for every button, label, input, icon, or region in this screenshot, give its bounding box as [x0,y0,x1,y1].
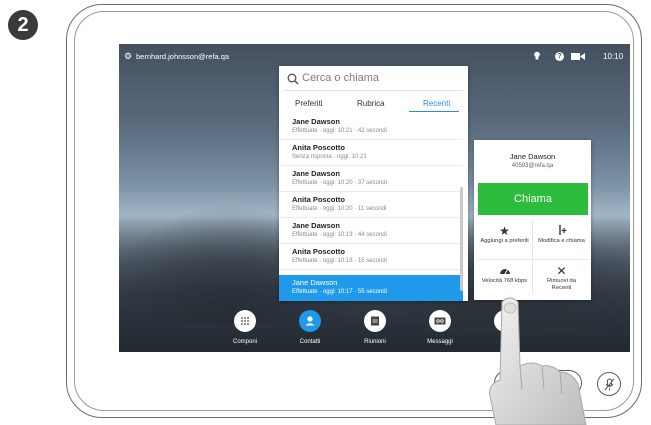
call-detail: Effettuate · oggi: 10:17 · 55 secondi [292,289,387,295]
search-icon [287,73,299,85]
dock-item-contatti[interactable]: Contatti [280,306,340,352]
contact-name: Anita Poscotto [292,247,345,256]
active-tab-indicator [409,111,459,112]
calendar-icon [364,310,386,332]
star-icon: ★ [499,224,510,238]
remove-x-icon: ✕ [556,264,567,278]
search-input[interactable]: Cerca o chiama [284,68,463,91]
contact-name: Jane Dawson [292,117,340,126]
contact-card: Jane Dawson 40593@refa.qa Chiama ★ Aggiu… [474,140,591,300]
edit-call-icon [534,224,589,238]
contact-name: Jane Dawson [292,221,340,230]
card-contact-name: Jane Dawson [509,152,556,161]
clock-time: 10:10 [603,52,624,61]
list-item[interactable]: Anita Poscotto Effettuate · oggi: 10:20 … [279,192,463,218]
dock-label: Componi [232,339,257,345]
search-placeholder: Cerca o chiama [302,72,380,84]
step-number-badge: 2 [8,10,38,40]
contacts-icon [299,310,321,332]
directory-tabs: Preferiti Rubrica Recenti [279,96,468,112]
action-label: Velocità 768 kbps [481,278,528,284]
contact-name: Jane Dawson [292,278,338,287]
list-item[interactable]: Anita Poscotto Effettuate · oggi: 10:18 … [279,244,463,270]
lightbulb-icon[interactable] [533,51,541,61]
call-detail: Effettuate · oggi: 10:21 · 42 secondi [292,128,387,134]
tab-rubrica[interactable]: Rubrica [357,99,385,108]
dock-item-componi[interactable]: Componi [215,306,275,352]
action-label: Modifica e chiama [538,238,585,244]
contact-name: Anita Poscotto [292,195,345,204]
card-divider-vertical [532,220,533,294]
dock-label: Contatti [299,339,321,345]
list-item[interactable]: Jane Dawson Effettuate · oggi: 10:21 · 4… [279,114,463,140]
dock-label: Riunioni [364,339,386,345]
dock-label: Messaggi [427,339,453,345]
contact-name: Anita Poscotto [292,143,345,152]
list-item[interactable]: Anita Poscotto Senza risposta · oggi: 10… [279,140,463,166]
list-item[interactable]: Jane Dawson Effettuate · oggi: 10:20 · 3… [279,166,463,192]
mic-muted-icon [604,378,615,391]
edit-and-call-button[interactable]: Modifica e chiama [534,224,589,262]
speedometer-icon [477,264,532,278]
contact-name: Jane Dawson [292,169,340,178]
list-item-selected[interactable]: Jane Dawson Effettuate · oggi: 10:17 · 5… [279,275,463,301]
search-recents-panel: Cerca o chiama Preferiti Rubrica Recenti… [279,66,468,301]
call-detail: Senza risposta · oggi: 10:21 [292,154,367,160]
dock-item-messaggi[interactable]: Messaggi [410,306,470,352]
call-detail: Effettuate · oggi: 10:20 · 37 secondi [292,180,387,186]
call-detail: Effettuate · oggi: 10:20 · 11 secondi [292,206,387,212]
help-icon[interactable]: ? [555,52,564,61]
recents-list: Jane Dawson Effettuate · oggi: 10:21 · 4… [279,114,463,301]
action-label: Rimuovi da Recenti [547,278,576,291]
user-address: bernhard.johnsson@refa.qa [136,52,230,61]
card-contact-address: 40593@refa.qa [511,163,554,169]
gear-icon[interactable]: ⚙ [124,52,132,61]
tab-preferiti[interactable]: Preferiti [295,99,323,108]
mute-microphone-button[interactable] [597,372,621,396]
dock-item-riunioni[interactable]: Riunioni [345,306,405,352]
action-label: Aggiungi a preferiti [480,238,529,244]
add-to-favorites-button[interactable]: ★ Aggiungi a preferiti [477,224,532,262]
keypad-icon [234,310,256,332]
call-detail: Effettuate · oggi: 10:18 · 15 secondi [292,258,387,264]
list-scrollbar[interactable] [460,187,463,291]
list-item[interactable]: Jane Dawson Effettuate · oggi: 10:19 · 4… [279,218,463,244]
call-button[interactable]: Chiama [478,183,588,215]
voicemail-icon [429,310,451,332]
camera-icon[interactable] [571,52,585,61]
pointing-hand-illustration [489,297,587,425]
tab-recenti[interactable]: Recenti [423,99,450,108]
call-detail: Effettuate · oggi: 10:19 · 44 secondi [292,232,387,238]
